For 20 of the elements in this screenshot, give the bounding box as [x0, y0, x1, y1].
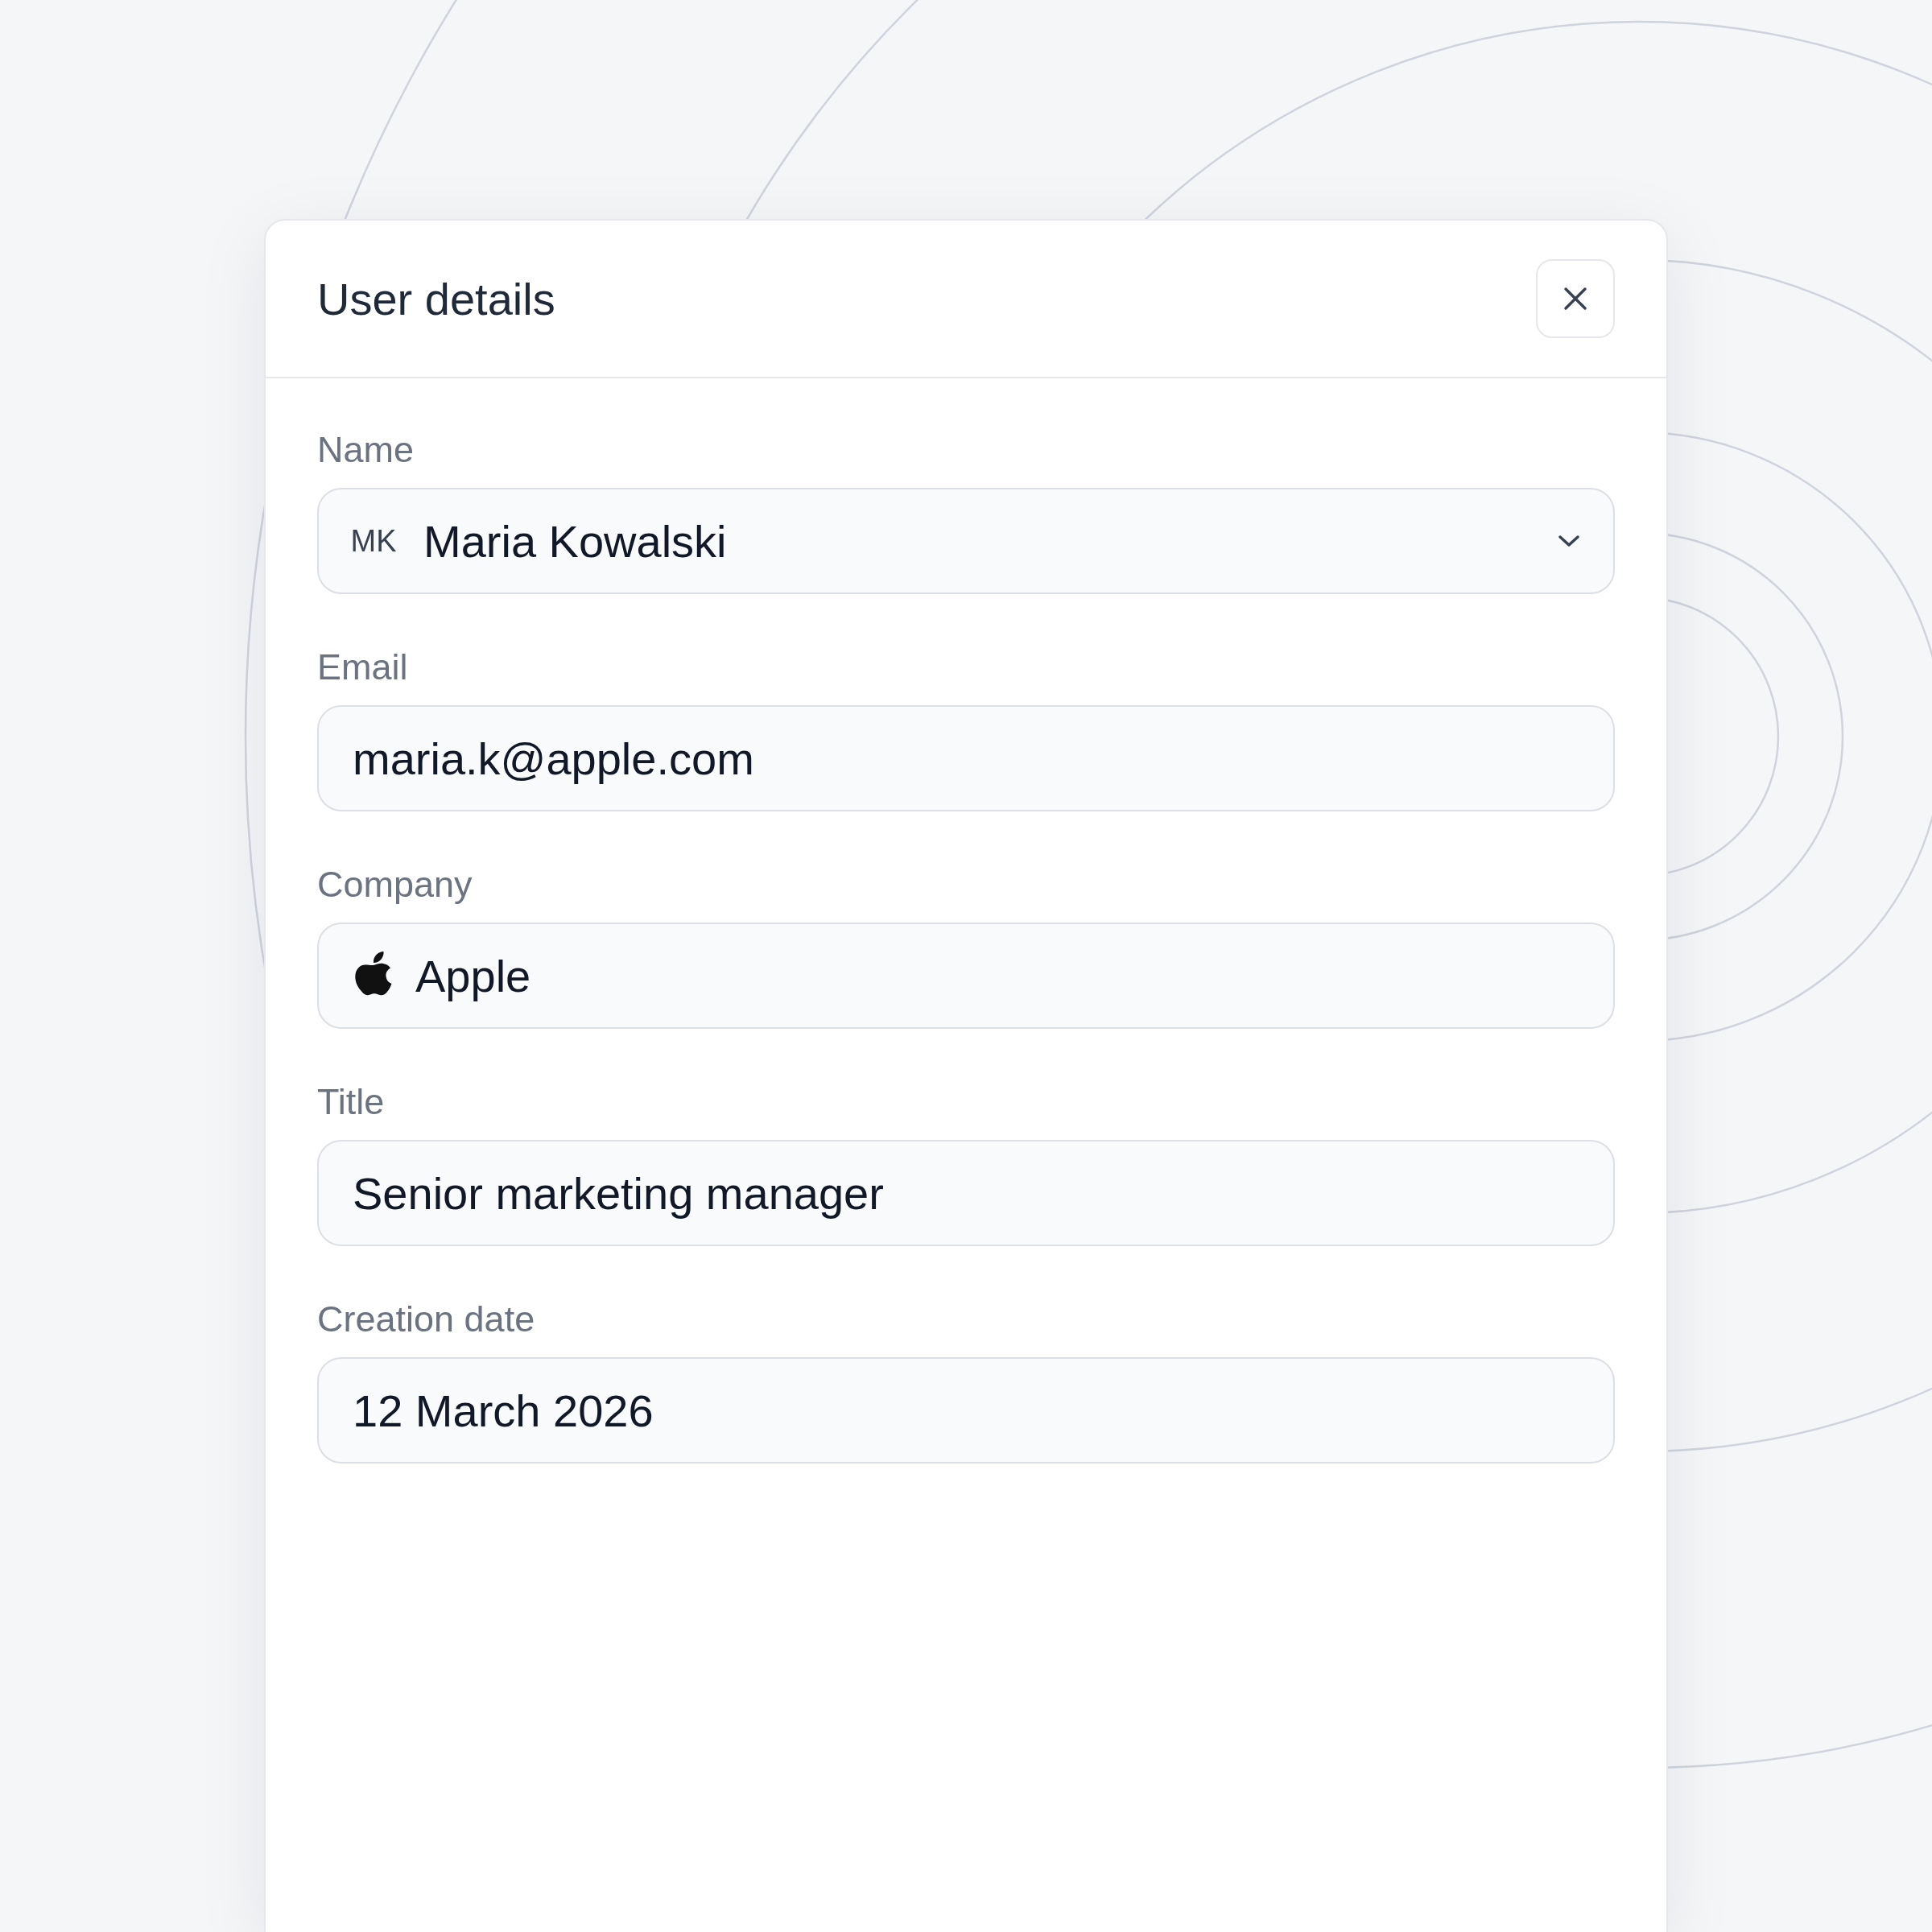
- close-button[interactable]: [1536, 259, 1615, 338]
- avatar-initials: MK: [349, 523, 398, 559]
- dialog-title: User details: [317, 272, 555, 325]
- input-field[interactable]: Senior marketing manager: [317, 1140, 1615, 1246]
- select-field[interactable]: MK Maria Kowalski: [317, 488, 1615, 594]
- field-value: maria.k@apple.com: [353, 732, 754, 785]
- input-field[interactable]: Apple: [317, 923, 1615, 1029]
- field-value: Maria Kowalski: [423, 514, 727, 568]
- field-value: Apple: [415, 949, 531, 1002]
- input-field[interactable]: 12 March 2026: [317, 1357, 1615, 1463]
- field-value: 12 March 2026: [353, 1384, 654, 1437]
- close-icon: [1563, 287, 1587, 311]
- chevron-down-icon: [1557, 534, 1581, 548]
- field-label: Email: [317, 646, 409, 689]
- field-value: Senior marketing manager: [353, 1166, 884, 1220]
- field-label: Name: [317, 428, 415, 472]
- input-field[interactable]: maria.k@apple.com: [317, 705, 1615, 811]
- field-label: Creation date: [317, 1298, 536, 1341]
- field-label: Title: [317, 1080, 386, 1124]
- field-label: Company: [317, 863, 473, 906]
